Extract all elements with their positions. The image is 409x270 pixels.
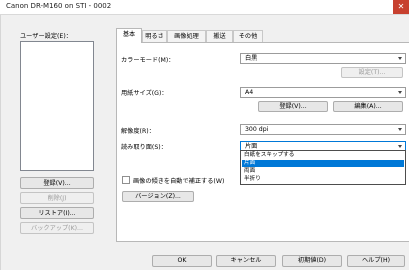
chevron-down-icon — [398, 91, 402, 94]
scan-side-dropdown-list: 白紙をスキップする 片面 両面 半折り — [240, 150, 406, 185]
backup-settings-button[interactable]: バックアップ(K)... — [20, 222, 94, 234]
paper-register-button[interactable]: 登録(V)... — [258, 101, 328, 112]
chevron-down-icon — [398, 57, 402, 60]
version-button[interactable]: バージョン(Z)... — [122, 191, 194, 202]
tab-image-processing[interactable]: 画像処理 — [167, 30, 206, 42]
color-mode-value: 白黒 — [245, 55, 258, 62]
chevron-down-icon — [398, 128, 402, 131]
user-settings-list[interactable] — [20, 41, 94, 171]
paper-size-select[interactable]: A4 — [240, 87, 406, 98]
scan-side-option[interactable]: 両面 — [242, 168, 404, 175]
paper-size-value: A4 — [245, 89, 254, 96]
ok-button[interactable]: OK — [152, 255, 212, 267]
title-bar: Canon DR-M160 on STI - 0002 ✕ — [0, 0, 409, 15]
scan-side-value: 片面 — [245, 143, 258, 150]
restore-settings-button[interactable]: リストア(I)... — [20, 207, 94, 219]
deskew-label: 画像の傾きを自動で補正する(W) — [133, 178, 225, 185]
register-settings-button[interactable]: 登録(V)... — [20, 177, 94, 189]
resolution-select[interactable]: 300 dpi — [240, 124, 406, 135]
scan-side-label: 読み取り面(S)： — [121, 144, 167, 151]
chevron-down-icon — [398, 145, 402, 148]
color-mode-select[interactable]: 白黒 — [240, 53, 406, 64]
settings-button[interactable]: 設定(T)... — [341, 67, 403, 78]
scan-side-option[interactable]: 片面 — [242, 160, 404, 167]
paper-size-label: 用紙サイズ(G)： — [121, 90, 168, 97]
paper-edit-button[interactable]: 編集(A)... — [333, 101, 403, 112]
scan-side-option[interactable]: 半折り — [242, 176, 404, 183]
scan-side-option[interactable]: 白紙をスキップする — [242, 152, 404, 159]
cancel-button[interactable]: キャンセル — [216, 255, 276, 267]
tab-basic[interactable]: 基本 — [116, 28, 142, 43]
help-button[interactable]: ヘルプ(H) — [347, 255, 405, 267]
resolution-label: 解像度(R)： — [121, 128, 155, 135]
color-mode-label: カラーモード(M)： — [121, 57, 175, 64]
tab-brightness[interactable]: 明るさ — [142, 30, 167, 42]
user-settings-label: ユーザー設定(E)： — [20, 33, 72, 40]
window-title: Canon DR-M160 on STI - 0002 — [6, 2, 112, 10]
close-button[interactable]: ✕ — [393, 0, 409, 14]
delete-settings-button[interactable]: 削除(J) — [20, 192, 94, 204]
tab-other[interactable]: その他 — [233, 30, 263, 42]
resolution-value: 300 dpi — [245, 126, 269, 133]
defaults-button[interactable]: 初期値(D) — [282, 255, 342, 267]
deskew-checkbox[interactable] — [122, 176, 130, 184]
tab-feeding[interactable]: 搬送 — [206, 30, 233, 42]
